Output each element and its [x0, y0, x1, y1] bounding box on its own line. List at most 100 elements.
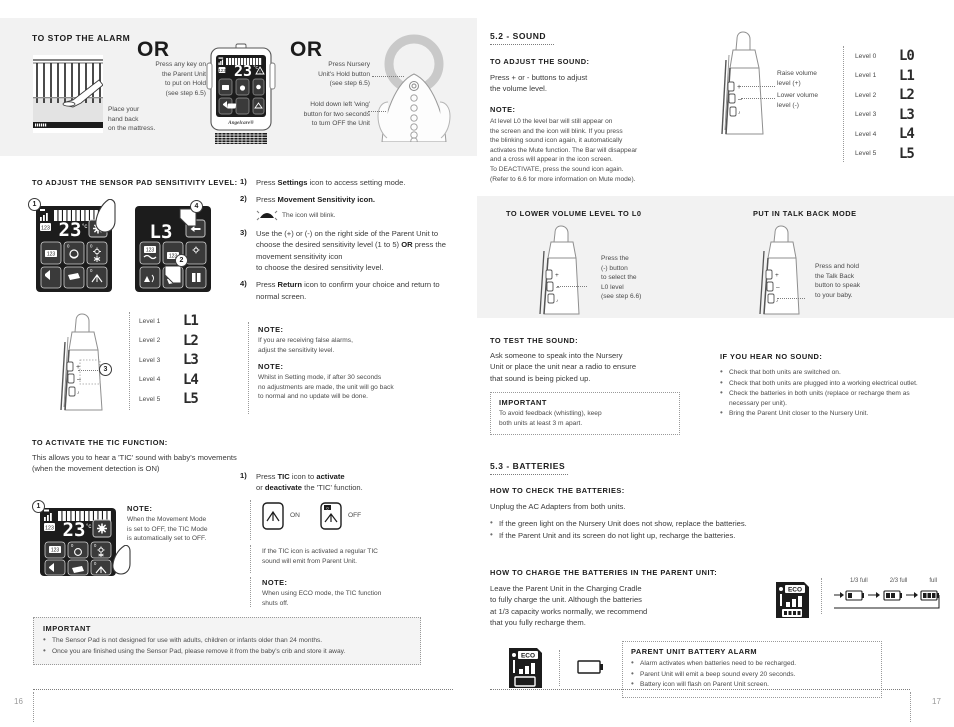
svg-text:ECO: ECO — [521, 653, 535, 660]
hand-pointer-settings-icon — [92, 199, 118, 233]
important-box-sound: IMPORTANT To avoid feedback (whistling),… — [490, 392, 680, 436]
svg-text:–: – — [776, 284, 780, 291]
level-label: Level 1 — [855, 72, 877, 79]
parent-unit-caption: Press any key on the Parent Unit to put … — [155, 61, 206, 97]
level-row: Level 2 L2 — [139, 333, 199, 349]
nursery-caption-2: Hold down left 'wing' button for two sec… — [303, 101, 370, 128]
sensitivity-heading: TO ADJUST THE SENSOR PAD SENSITIVITY LEV… — [32, 178, 238, 187]
sound-levels: Level 0 L0 Level 1 L1 Level 2 L2 Level 3… — [855, 48, 915, 165]
sound-note-body: At level L0 the level bar will still app… — [490, 118, 638, 183]
svg-text:°c: °c — [86, 524, 91, 530]
svg-text:Angelcare®: Angelcare® — [227, 119, 254, 126]
or-label-2: OR — [290, 38, 323, 61]
level-row: Level 2 L2 — [855, 87, 915, 103]
tic-note2-title: NOTE: — [262, 578, 288, 587]
lower-volume-leader — [741, 98, 775, 99]
level-code: L5 — [899, 145, 915, 162]
charge-step-label: 1/3 full — [850, 578, 868, 584]
test-sound-heading: TO TEST THE SOUND: — [490, 336, 579, 345]
lower-volume-heading: TO LOWER VOLUME LEVEL TO L0 — [506, 209, 642, 218]
tic-note-2: NOTE: When using ECO mode, the TIC funct… — [262, 578, 462, 608]
level-row: Level 4 L4 — [139, 372, 199, 388]
svg-text:+: + — [775, 272, 779, 279]
note-2-title: NOTE: — [258, 362, 284, 371]
lower-volume-label: Lower volume level (-) — [777, 92, 819, 109]
level-label: Level 4 — [139, 376, 161, 383]
talk-back-caption-leader — [777, 298, 805, 299]
level-code: L2 — [899, 87, 915, 103]
level-label: Level 5 — [855, 150, 877, 157]
level-code: L1 — [183, 313, 199, 329]
svg-text:123: 123 — [45, 525, 54, 531]
important-sound-title: IMPORTANT — [499, 398, 547, 407]
footer-tick-left — [33, 692, 34, 722]
no-sound-item: Check that both units are switched on. — [720, 367, 920, 378]
check-batteries-heading: HOW TO CHECK THE BATTERIES: — [490, 486, 625, 495]
tic-icons-divider — [250, 500, 251, 540]
note-1-title: NOTE: — [258, 325, 284, 334]
svg-text:L3: L3 — [150, 221, 173, 243]
tic-note: NOTE: When the Movement Mode is set to O… — [127, 504, 247, 544]
step-row-2: 2) Press Movement Sensitivity icon. — [240, 194, 460, 205]
callout-2-sensitivity: 2 — [175, 254, 188, 267]
no-sound-heading: IF YOU HEAR NO SOUND: — [720, 352, 823, 361]
callout-1-tic: 1 — [32, 500, 45, 513]
sensitivity-levels: Level 1 L1 Level 2 L2 Level 3 L3 Level 4… — [139, 313, 199, 411]
batteries-title-rule — [490, 474, 568, 475]
tic-lcd: 123 23 °c 123 0 0 0 — [36, 504, 120, 576]
no-sound-item: Bring the Parent Unit closer to the Nurs… — [720, 408, 920, 419]
sensitivity-steps: 1) Press Settings icon to access setting… — [240, 177, 460, 308]
svg-text:123: 123 — [47, 252, 56, 258]
level-label: Level 0 — [855, 52, 877, 60]
raise-volume-label: Raise volume level (+) — [777, 70, 817, 87]
callout-4-sensitivity: 4 — [190, 200, 203, 213]
battery-alarm-item: Parent Unit will emit a beep sound every… — [631, 669, 873, 680]
step-text-1: Press Settings icon to access setting mo… — [256, 178, 406, 187]
important-item: The Sensor Pad is not designed for use w… — [43, 635, 411, 646]
footer-rule-right — [490, 689, 910, 690]
charge-steps: 1/3 full 2/3 full full — [832, 578, 940, 614]
tic-note2-divider — [250, 577, 251, 607]
tic-on-label: ON — [290, 512, 300, 520]
svg-text:–: – — [77, 376, 81, 383]
level-row: Level 5 L5 — [855, 145, 915, 162]
step-number-4: 4) — [240, 279, 247, 289]
nursery-hold-leader — [372, 76, 404, 77]
tic-note-body: When the Movement Mode is set to OFF, th… — [127, 516, 208, 543]
or-label-1: OR — [137, 38, 170, 61]
check-batteries-body: Unplug the AC Adapters from both units. — [490, 502, 626, 511]
tic-note2-body: When using ECO mode, the TIC function sh… — [262, 590, 382, 607]
level-code: L0 — [899, 48, 915, 64]
note-1-body: If you are receiving false alarms, adjus… — [258, 337, 353, 354]
parent-unit-talk-back: + – ♪ — [755, 224, 815, 316]
raise-volume-leader — [740, 86, 775, 87]
level-label: Level 1 — [139, 317, 161, 325]
step-number-3: 3) — [240, 227, 247, 237]
adjust-sound-body: Press + or - buttons to adjust the volum… — [490, 73, 588, 94]
svg-text:123: 123 — [218, 68, 226, 73]
no-sound-item: Check that both units are plugged into a… — [720, 378, 920, 389]
tic-step: 1) Press TIC icon to activate or deactiva… — [240, 471, 420, 500]
step-number-1: 1) — [240, 177, 247, 186]
no-sound-list: Check that both units are switched on. C… — [720, 367, 920, 420]
callout-3-sensitivity: 3 — [99, 363, 112, 376]
check-batteries-list: If the green light on the Nursery Unit d… — [490, 517, 890, 543]
check-battery-item: If the green light on the Nursery Unit d… — [490, 517, 890, 529]
tic-heading: TO ACTIVATE THE TIC FUNCTION: — [32, 438, 168, 447]
level-label: Level 3 — [139, 356, 161, 364]
adjust-sound-heading: TO ADJUST THE SOUND: — [490, 57, 590, 66]
footer-tick-right — [910, 692, 911, 722]
charge-batteries-heading: HOW TO CHARGE THE BATTERIES IN THE PAREN… — [490, 568, 718, 577]
no-sound-item: Check the batteries in both units (repla… — [720, 388, 920, 408]
tic-off-label: OFF — [348, 512, 362, 520]
crib-illustration — [33, 55, 103, 133]
svg-text:23: 23 — [63, 519, 86, 541]
page-number-right: 17 — [932, 697, 941, 706]
charging-cradle-alarm-icon: ECO — [507, 646, 544, 690]
parent-unit-side-view-volume: + – ♪ — [717, 30, 783, 136]
battery-alarm-item: Alarm activates when batteries need to b… — [631, 658, 873, 669]
nursery-unit-device — [374, 34, 456, 142]
step-text-3: Use the (+) or (-) on the right side of … — [256, 228, 446, 273]
important-sound-body: To avoid feedback (whistling), keep both… — [499, 410, 602, 427]
tic-info-text: If the TIC icon is activated a regular T… — [262, 548, 378, 565]
